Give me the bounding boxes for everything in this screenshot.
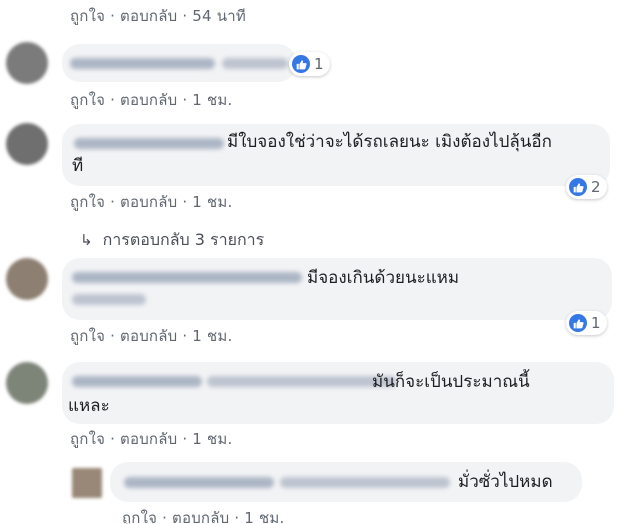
avatar[interactable] [6,258,48,300]
like-link[interactable]: ถูกใจ [70,430,105,448]
comment-text: มีจองเกินด้วยนะแหม [307,268,460,288]
comment-text: มีใบจองใช่ว่าจะได้รถเลยนะ เมิงต้องไปลุ้น… [227,132,552,152]
separator-dot: · [110,327,116,345]
comment-time[interactable]: 1 ชม. [192,91,232,109]
separator-dot: · [182,430,188,448]
separator-dot: · [182,7,188,25]
like-icon [569,178,587,196]
author-name-extra [222,58,288,69]
separator-dot: · [182,327,188,345]
reply-link[interactable]: ตอบกลับ [172,509,229,524]
comment-text: มันก็จะเป็นประมาณนี้ [372,372,530,392]
comment-actions: ถูกใจ · ตอบกลับ · 1 ชม. [122,506,284,524]
comment-bubble: มันก็จะเป็นประมาณนี้ แหละ [62,362,614,424]
like-link[interactable]: ถูกใจ [122,509,157,524]
author-name[interactable] [72,376,202,387]
reaction-count-value: 2 [591,178,601,196]
avatar[interactable] [6,123,48,165]
avatar[interactable] [6,362,48,404]
like-icon [292,55,310,73]
comment-actions: ถูกใจ · ตอบกลับ · 1 ชม. [70,427,232,451]
comment-time[interactable]: 1 ชม. [192,193,232,211]
author-name-extra [72,294,146,305]
reaction-count-value: 1 [591,314,601,332]
comment-bubble: มั่วซั่วไปหมด [110,462,582,502]
author-name[interactable] [70,58,215,69]
comment-bubble [62,44,296,82]
reply-link[interactable]: ตอบกลับ [120,7,177,25]
comment-time[interactable]: 54 นาที [192,7,246,25]
view-replies-label: การตอบกลับ 3 รายการ [102,230,265,249]
separator-dot: · [110,430,116,448]
separator-dot: · [182,91,188,109]
separator-dot: · [182,193,188,211]
comment-actions: ถูกใจ · ตอบกลับ · 54 นาที [70,4,246,28]
comment-bubble: มีใบจองใช่ว่าจะได้รถเลยนะ เมิงต้องไปลุ้น… [62,124,610,186]
author-name-extra [207,376,397,387]
comment-actions: ถูกใจ · ตอบกลับ · 1 ชม. [70,190,232,214]
comment-actions: ถูกใจ · ตอบกลับ · 1 ชม. [70,324,232,348]
reply-link[interactable]: ตอบกลับ [120,193,177,211]
like-icon [569,314,587,332]
view-replies-link[interactable]: ↳ การตอบกลับ 3 รายการ [80,228,264,253]
comment-text: แหละ [68,396,110,416]
like-link[interactable]: ถูกใจ [70,7,105,25]
reply-link[interactable]: ตอบกลับ [120,91,177,109]
reply-arrow-icon: ↳ [80,231,93,249]
author-name[interactable] [72,272,302,283]
separator-dot: · [110,193,116,211]
comment-bubble: มีจองเกินด้วยนะแหม [62,258,612,320]
comment-actions: ถูกใจ · ตอบกลับ · 1 ชม. [70,88,232,112]
reply-link[interactable]: ตอบกลับ [120,430,177,448]
like-link[interactable]: ถูกใจ [70,193,105,211]
reaction-count-value: 1 [314,55,324,73]
avatar[interactable] [72,468,102,498]
like-link[interactable]: ถูกใจ [70,91,105,109]
separator-dot: · [162,509,168,524]
reaction-count[interactable]: 1 [289,52,330,76]
comment-time[interactable]: 1 ชม. [244,509,284,524]
separator-dot: · [110,7,116,25]
reply-link[interactable]: ตอบกลับ [120,327,177,345]
author-name[interactable] [74,138,224,149]
separator-dot: · [110,91,116,109]
comment-time[interactable]: 1 ชม. [192,430,232,448]
author-name[interactable] [124,477,274,488]
reaction-count[interactable]: 1 [566,311,607,335]
avatar[interactable] [6,42,48,84]
reaction-count[interactable]: 2 [566,175,607,199]
like-link[interactable]: ถูกใจ [70,327,105,345]
comment-time[interactable]: 1 ชม. [192,327,232,345]
author-name-extra [280,477,450,488]
separator-dot: · [234,509,240,524]
comment-text: มั่วซั่วไปหมด [458,472,553,492]
comment-text: ที [72,156,84,176]
